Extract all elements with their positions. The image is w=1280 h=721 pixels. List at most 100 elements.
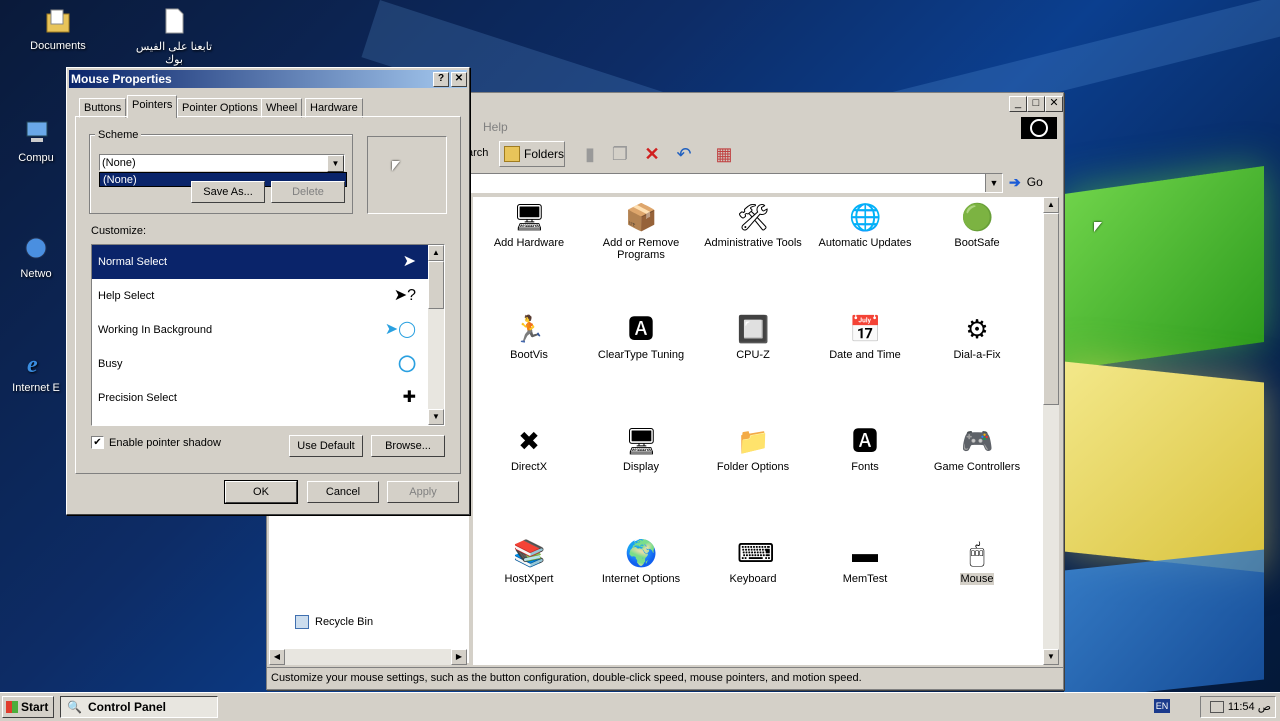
cp-item-internet-options[interactable]: 🌍 Internet Options: [585, 537, 697, 585]
scroll-down-button[interactable]: ▼: [428, 409, 444, 425]
computer-icon: [26, 121, 48, 142]
desktop-icon-label: تابعنا على الفيس بوك: [135, 41, 213, 66]
delete-icon[interactable]: ✕: [641, 143, 663, 165]
folders-button[interactable]: Folders: [499, 141, 565, 167]
clock[interactable]: 11:54 ص: [1228, 697, 1271, 717]
tab-wheel[interactable]: Wheel: [261, 98, 303, 118]
tab-pointer-options[interactable]: Pointer Options: [177, 98, 263, 118]
scroll-up-button[interactable]: ▲: [428, 245, 444, 261]
scroll-down-button[interactable]: ▼: [1043, 649, 1059, 665]
cp-item-label: BootSafe: [954, 237, 1000, 249]
go-arrow-icon: ➔: [1009, 173, 1021, 190]
cursor-row-busy[interactable]: Busy ◯: [92, 347, 428, 381]
scrollbar-thumb[interactable]: [428, 261, 444, 309]
menu-help[interactable]: Help: [483, 120, 508, 134]
cp-item-directx[interactable]: ✖ DirectX: [473, 425, 585, 473]
cp-item-display[interactable]: 🖥 Display: [585, 425, 697, 473]
cp-item-label: Keyboard: [729, 573, 777, 585]
copy-to-icon[interactable]: ❐: [609, 143, 631, 165]
language-indicator[interactable]: EN: [1154, 699, 1170, 713]
minimize-button[interactable]: _: [1009, 96, 1027, 112]
cp-item-folder-options[interactable]: 📁 Folder Options: [697, 425, 809, 473]
mouse-properties-dialog: Mouse Properties ? ✕ Buttons Pointers Po…: [66, 67, 470, 515]
cp-item-bootvis[interactable]: 🏃 BootVis: [473, 313, 585, 361]
address-bar[interactable]: ▼: [467, 173, 1003, 193]
customize-label: Customize:: [91, 225, 147, 237]
cp-item-add-hardware[interactable]: 🖥 Add Hardware: [473, 201, 585, 249]
cursor-row-precision-select[interactable]: Precision Select ✚: [92, 381, 428, 415]
cursor-row-help-select[interactable]: Help Select ➤?: [92, 279, 428, 313]
scroll-right-button[interactable]: ▶: [451, 649, 467, 665]
scroll-up-button[interactable]: ▲: [1043, 197, 1059, 213]
cp-item-dial-a-fix[interactable]: ⚙ Dial-a-Fix: [921, 313, 1033, 361]
apply-button[interactable]: Apply: [387, 481, 459, 503]
chevron-down-icon[interactable]: ▼: [327, 155, 344, 172]
file-icon: [165, 8, 184, 34]
close-icon[interactable]: ✕: [451, 72, 467, 87]
cp-item-hostxpert[interactable]: 📚 HostXpert: [473, 537, 585, 585]
save-as-button[interactable]: Save As...: [191, 181, 265, 203]
cp-item-keyboard[interactable]: ⌨ Keyboard: [697, 537, 809, 585]
go-button[interactable]: ➔ Go: [1009, 173, 1043, 191]
cp-item-date-and-time[interactable]: 📅 Date and Time: [809, 313, 921, 361]
cursor-name: Working In Background: [98, 324, 213, 336]
desktop-icon-documents[interactable]: Documents: [10, 6, 106, 52]
cp-item-label: Internet Options: [601, 573, 681, 585]
browse-button[interactable]: Browse...: [371, 435, 445, 457]
help-button[interactable]: ?: [433, 72, 449, 87]
undo-icon[interactable]: ↶: [673, 143, 695, 165]
taskbar-item-label: Control Panel: [87, 700, 166, 714]
delete-button[interactable]: Delete: [271, 181, 345, 203]
cp-item-automatic-updates[interactable]: 🌐 Automatic Updates: [809, 201, 921, 249]
cp-item-cleartype-tuning[interactable]: 🅰 ClearType Tuning: [585, 313, 697, 361]
desktop-icon-network[interactable]: Netwo: [4, 234, 68, 280]
cp-item-administrative-tools[interactable]: 🛠 Administrative Tools: [697, 201, 809, 249]
cursor-list-scrollbar[interactable]: ▲ ▼: [428, 245, 444, 425]
desktop-icon-internet-explorer[interactable]: e Internet E: [4, 348, 68, 394]
desktop-icon-label: Documents: [30, 40, 86, 52]
cp-item-mouse[interactable]: 🖱 Mouse: [921, 537, 1033, 585]
close-button[interactable]: ✕: [1045, 96, 1063, 112]
start-button[interactable]: Start: [2, 696, 54, 718]
scheme-select[interactable]: (None) ▼: [99, 154, 345, 172]
cursor-row-normal-select[interactable]: Normal Select ➤: [92, 245, 428, 279]
cursor-row-working-in-background[interactable]: Working In Background ➤◯: [92, 313, 428, 347]
cp-item-icon: 🌍: [625, 538, 658, 568]
cp-item-add-or-remove-programs[interactable]: 📦 Add or Remove Programs: [585, 201, 697, 261]
cp-item-label: BootVis: [510, 349, 548, 361]
cancel-button[interactable]: Cancel: [307, 481, 379, 503]
desktop-icon-computer[interactable]: Compu: [4, 118, 68, 164]
cp-item-label: Fonts: [851, 461, 879, 473]
taskbar-item-control-panel[interactable]: 🔍 Control Panel: [60, 696, 218, 718]
scheme-label: Scheme: [95, 129, 142, 141]
search-button-label[interactable]: arch: [467, 147, 488, 159]
tab-pointers[interactable]: Pointers: [127, 95, 178, 118]
cp-item-cpu-z[interactable]: 🔲 CPU-Z: [697, 313, 809, 361]
tree-item-recycle-bin[interactable]: Recycle Bin: [295, 615, 373, 629]
cp-item-game-controllers[interactable]: 🎮 Game Controllers: [921, 425, 1033, 473]
cp-item-fonts[interactable]: 🅰 Fonts: [809, 425, 921, 473]
scrollbar-thumb[interactable]: [1043, 213, 1059, 405]
move-to-icon[interactable]: ▮: [579, 143, 601, 165]
enable-pointer-shadow[interactable]: ✔ Enable pointer shadow: [91, 436, 221, 449]
cp-item-memtest[interactable]: ▬ MemTest: [809, 537, 921, 585]
cp-item-label: Display: [622, 461, 660, 473]
tray-icon[interactable]: [1209, 701, 1224, 713]
cp-item-icon: 📁: [737, 426, 770, 456]
desktop-icon-facebook-file[interactable]: تابعنا على الفيس بوك: [126, 6, 222, 66]
vertical-scrollbar[interactable]: ▲ ▼: [1043, 197, 1059, 665]
tab-hardware[interactable]: Hardware: [305, 98, 363, 118]
help-cursor-icon: ➤?: [393, 287, 416, 304]
use-default-button[interactable]: Use Default: [289, 435, 363, 457]
views-icon[interactable]: ▦: [713, 143, 735, 165]
maximize-button[interactable]: □: [1027, 96, 1045, 112]
chevron-down-icon[interactable]: ▼: [985, 174, 1002, 192]
dialog-titlebar[interactable]: Mouse Properties ? ✕: [69, 70, 467, 88]
scroll-left-button[interactable]: ◀: [269, 649, 285, 665]
enable-shadow-checkbox[interactable]: ✔: [91, 436, 104, 449]
cp-item-bootsafe[interactable]: 🟢 BootSafe: [921, 201, 1033, 249]
tab-buttons[interactable]: Buttons: [79, 98, 127, 118]
ok-button[interactable]: OK: [224, 480, 298, 504]
cursor-list[interactable]: Normal Select ➤ Help Select ➤? Working I…: [91, 244, 445, 426]
horizontal-scrollbar[interactable]: ◀ ▶: [269, 649, 467, 665]
